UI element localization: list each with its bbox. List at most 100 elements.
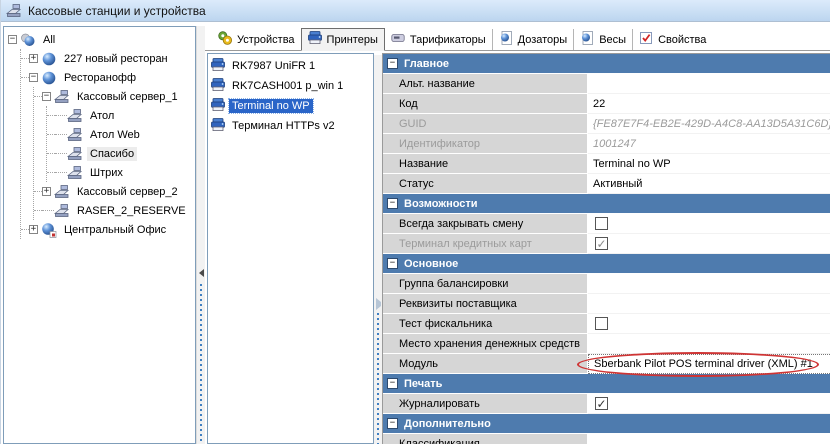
property-label: Классификация <box>383 434 588 444</box>
tree-row[interactable]: Атол <box>47 106 195 125</box>
section-header[interactable]: −Основное <box>383 254 830 274</box>
property-value[interactable] <box>588 434 830 444</box>
checked-checkbox[interactable]: ✓ <box>595 397 608 410</box>
collapse-section-icon[interactable]: − <box>387 418 398 429</box>
property-label: Идентификатор <box>383 134 588 154</box>
property-value[interactable] <box>588 314 830 334</box>
collapse-section-icon[interactable]: − <box>387 198 398 209</box>
property-row: Журналировать✓ <box>383 394 830 414</box>
checked-checkbox[interactable]: ✓ <box>595 237 608 250</box>
property-row: Всегда закрывать смену <box>383 214 830 234</box>
expand-expander-icon[interactable]: + <box>29 225 38 234</box>
tree-row[interactable]: Спасибо <box>47 144 195 163</box>
property-label: Место хранения денежных средств <box>383 334 588 354</box>
tree-item: Атол <box>47 106 195 125</box>
section-header[interactable]: −Печать <box>383 374 830 394</box>
printer-list-item[interactable]: RK7CASH001 p_win 1 <box>208 76 373 96</box>
collapse-section-icon[interactable]: − <box>387 378 398 389</box>
tree-item-label[interactable]: All <box>40 33 58 47</box>
tree-item-label[interactable]: Ресторанофф <box>61 71 139 85</box>
list-splitter[interactable] <box>374 55 382 444</box>
printer-name: RK7CASH001 p_win 1 <box>229 79 346 93</box>
property-value[interactable]: Terminal no WP <box>588 154 830 174</box>
property-value[interactable] <box>588 294 830 314</box>
property-label: Тест фискальника <box>383 314 588 334</box>
property-row: Тест фискальника <box>383 314 830 334</box>
tree-children: Атол Атол Web Спасибо Штрих <box>46 106 195 182</box>
property-value[interactable] <box>588 74 830 94</box>
tab-printers[interactable]: Принтеры <box>301 28 385 51</box>
expand-expander-icon[interactable]: + <box>29 54 38 63</box>
tree-item-label[interactable]: Атол <box>87 109 117 123</box>
tree-splitter[interactable] <box>196 26 205 444</box>
collapse-expander-icon[interactable]: − <box>42 92 51 101</box>
section-header[interactable]: −Главное <box>383 54 830 74</box>
collapse-left-icon[interactable] <box>199 269 204 277</box>
tab-tariffs[interactable]: Тарификаторы <box>385 29 493 50</box>
property-value[interactable]: {FE87E7F4-EB2E-429D-A4C8-AA13D5A31C6D} <box>588 114 830 134</box>
property-value[interactable] <box>588 274 830 294</box>
section-header[interactable]: −Дополнительно <box>383 414 830 434</box>
property-value[interactable]: 22 <box>588 94 830 114</box>
tree-row[interactable]: Штрих <box>47 163 195 182</box>
tab-scales[interactable]: Весы <box>574 29 633 50</box>
section-header[interactable]: −Возможности <box>383 194 830 214</box>
property-label: Альт. название <box>383 74 588 94</box>
tree-row[interactable]: + Кассовый сервер_2 <box>34 182 195 201</box>
checkbox-icon <box>638 30 654 49</box>
tree-item-label[interactable]: Штрих <box>87 166 126 180</box>
scales-icon <box>579 30 595 49</box>
tree-row[interactable]: − All <box>8 30 195 49</box>
property-value[interactable]: 1001247 <box>588 134 830 154</box>
property-value[interactable] <box>588 334 830 354</box>
cash-register-icon <box>54 184 71 200</box>
collapse-section-icon[interactable]: − <box>387 258 398 269</box>
property-label: Название <box>383 154 588 174</box>
tree-connector <box>21 77 29 78</box>
tree-row[interactable]: + Центральный Офис <box>21 220 195 239</box>
printer-list-item[interactable]: RK7987 UniFR 1 <box>208 56 373 76</box>
property-value[interactable] <box>588 214 830 234</box>
tariff-device-icon <box>390 30 406 49</box>
property-label: Группа балансировки <box>383 274 588 294</box>
tree-item-label[interactable]: Кассовый сервер_2 <box>74 185 181 199</box>
printer-name: RK7987 UniFR 1 <box>229 59 318 73</box>
property-value[interactable]: ✓ <box>588 234 830 254</box>
printer-list-item[interactable]: Терминал HTTPs v2 <box>208 116 373 136</box>
tree-item-label[interactable]: Атол Web <box>87 128 143 142</box>
unchecked-checkbox[interactable] <box>595 317 608 330</box>
collapse-expander-icon[interactable]: − <box>29 73 38 82</box>
tab-properties[interactable]: Свойства <box>633 29 712 50</box>
section-title: Главное <box>404 58 449 70</box>
tab-dispensers[interactable]: Дозаторы <box>493 29 575 50</box>
tree-item-label[interactable]: 227 новый ресторан <box>61 52 171 66</box>
collapse-right-icon[interactable] <box>376 298 381 310</box>
tab-label: Принтеры <box>327 34 378 46</box>
tree-item: Штрих <box>47 163 195 182</box>
property-value[interactable]: Sberbank Pilot POS terminal driver (XML)… <box>588 354 830 374</box>
tree-item-label[interactable]: Центральный Офис <box>61 223 169 237</box>
property-value[interactable]: ✓ <box>588 394 830 414</box>
tree-row[interactable]: − Кассовый сервер_1 <box>34 87 195 106</box>
tab-label: Весы <box>599 34 626 46</box>
tree-row[interactable]: − Ресторанофф <box>21 68 195 87</box>
tree-item-label[interactable]: Спасибо <box>87 147 137 161</box>
collapse-section-icon[interactable]: − <box>387 58 398 69</box>
tab-devices[interactable]: Устройства <box>212 29 301 50</box>
tree-item-label[interactable]: RASER_2_RESERVE <box>74 204 189 218</box>
property-value[interactable]: Активный <box>588 174 830 194</box>
splitter-dots <box>377 313 379 444</box>
tree-row[interactable]: Атол Web <box>47 125 195 144</box>
tree-row[interactable]: RASER_2_RESERVE <box>34 201 195 220</box>
tab-label: Устройства <box>237 34 295 46</box>
tree-root: −All+227 новый ресторан−Ресторанофф−Касс… <box>8 30 195 239</box>
tree-item: − Ресторанофф − Кассовый сервер_1 Атол Атол W… <box>21 68 195 220</box>
tree-item-label[interactable]: Кассовый сервер_1 <box>74 90 181 104</box>
printer-list-item[interactable]: Terminal no WP <box>208 96 373 116</box>
collapse-expander-icon[interactable]: − <box>8 35 17 44</box>
property-label: Модуль <box>383 354 588 374</box>
expand-expander-icon[interactable]: + <box>42 187 51 196</box>
tree-row[interactable]: +227 новый ресторан <box>21 49 195 68</box>
tree-connector <box>34 191 42 192</box>
unchecked-checkbox[interactable] <box>595 217 608 230</box>
